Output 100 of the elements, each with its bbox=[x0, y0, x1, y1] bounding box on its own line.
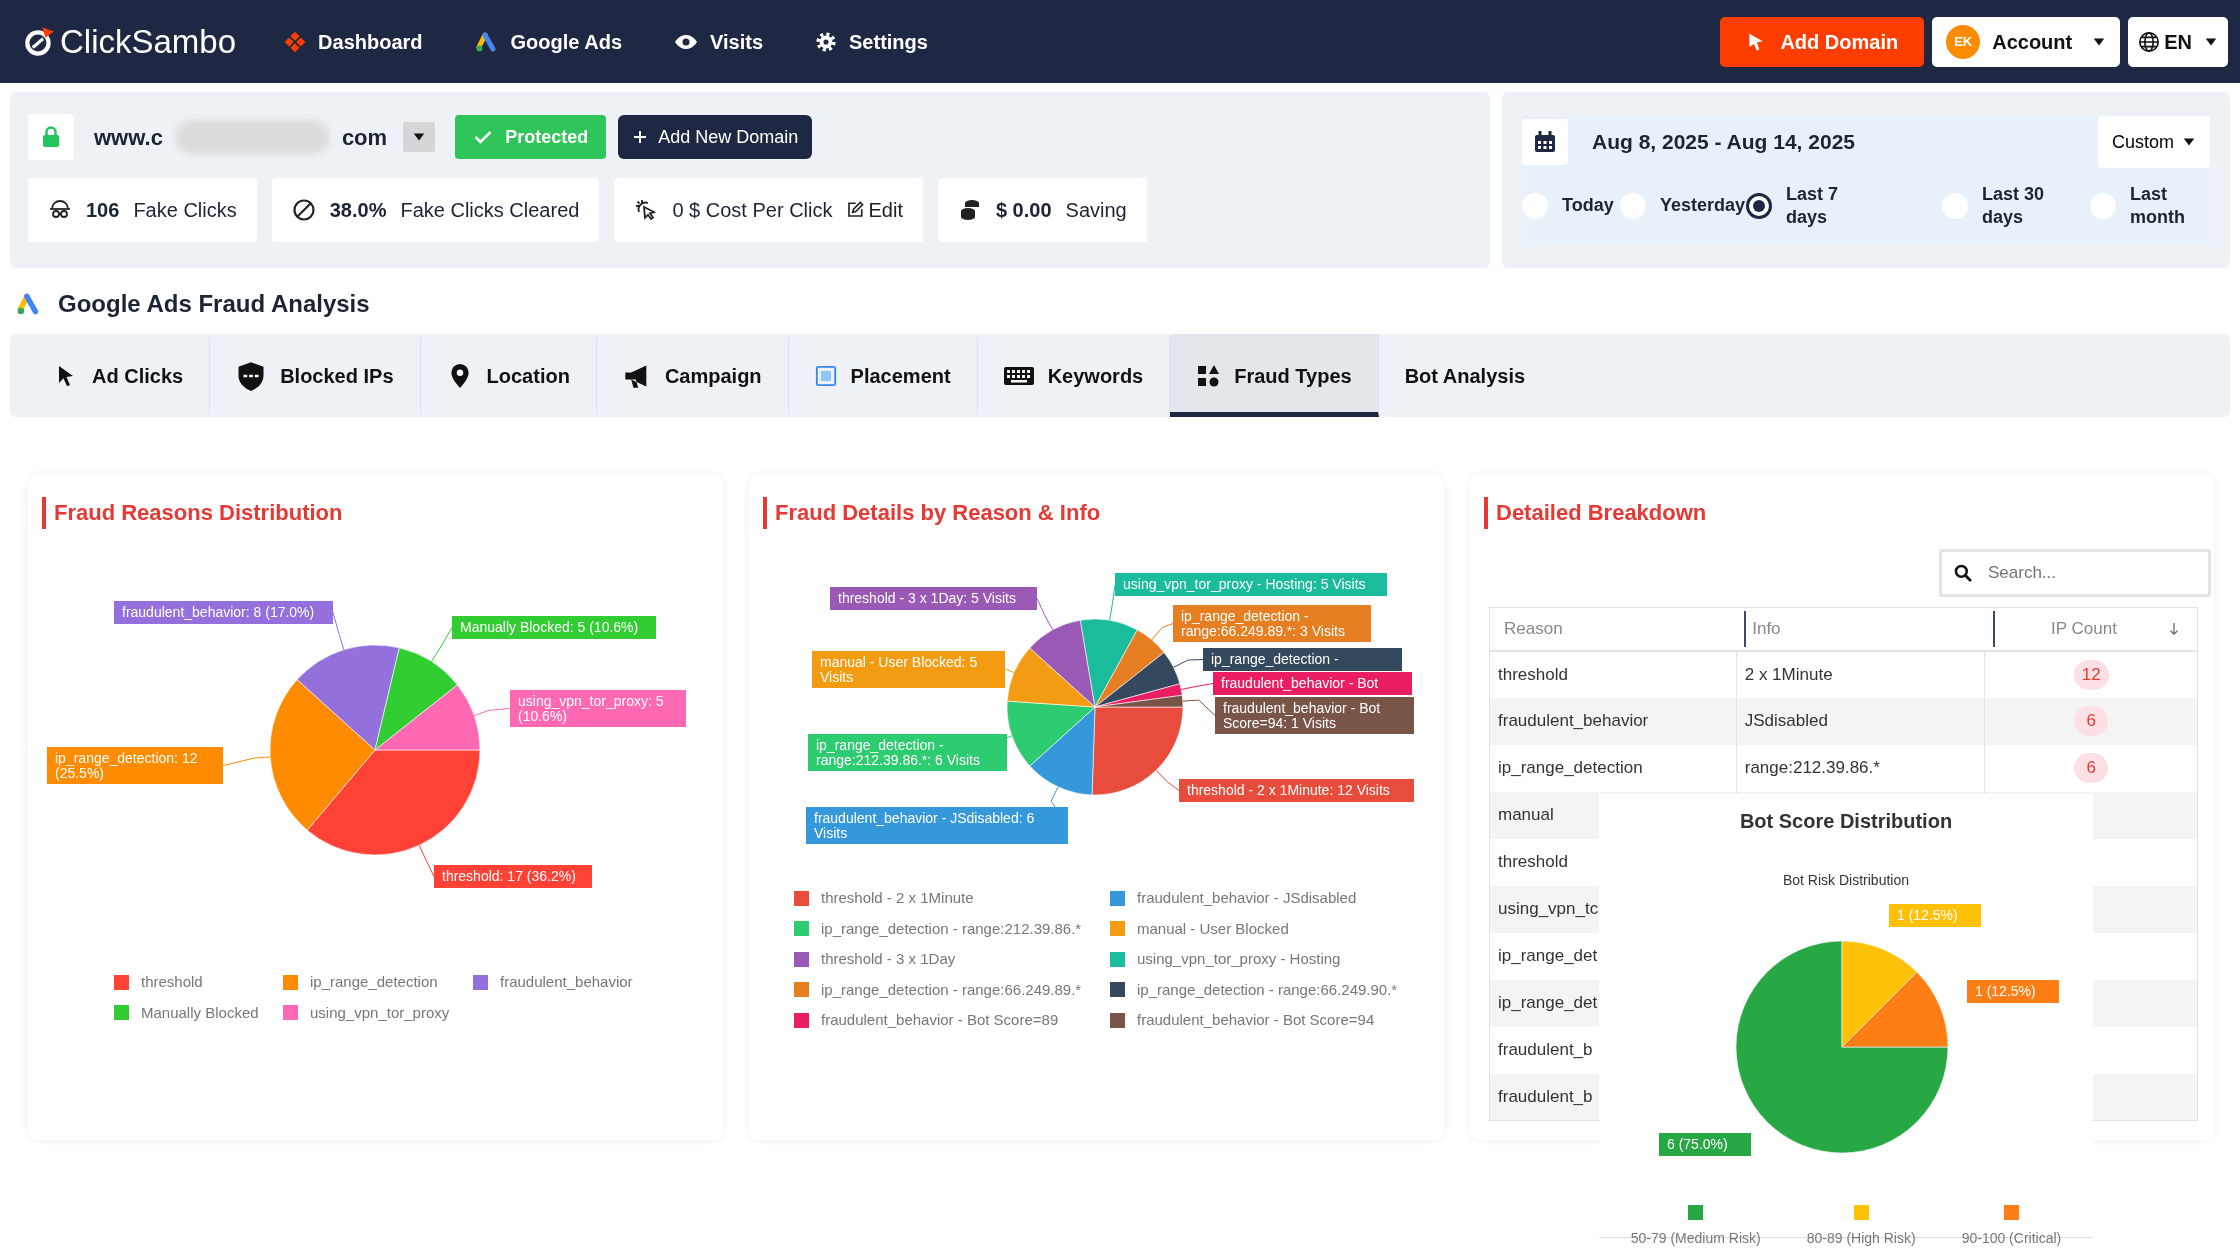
table-cell: ip_range_det bbox=[1498, 993, 1598, 1013]
nav-link[interactable]: Visits bbox=[674, 26, 763, 57]
data-label: using_vpn_tor_proxy: 5 (10.6%) bbox=[510, 690, 686, 728]
leader-line bbox=[418, 844, 435, 877]
data-label: fraudulent_behavior - Bot Score=94: 1 Visits bbox=[1215, 697, 1414, 735]
tab[interactable]: Campaign bbox=[596, 334, 789, 417]
language-button[interactable]: EN bbox=[2128, 16, 2228, 67]
window-icon bbox=[814, 364, 837, 387]
globe-icon bbox=[2138, 30, 2161, 53]
domain-text: com bbox=[341, 123, 388, 152]
column-header[interactable]: Info bbox=[1752, 616, 1781, 642]
legend-swatch bbox=[794, 982, 809, 998]
legend-label: threshold - 2 x 1Minute bbox=[821, 888, 974, 908]
legend-label: ip_range_detection - range:66.249.90.* bbox=[1137, 979, 1398, 1000]
data-label: threshold - 2 x 1Minute: 12 Visits bbox=[1179, 779, 1414, 802]
tab[interactable]: Fraud Types bbox=[1170, 334, 1379, 417]
nav-link[interactable]: Settings bbox=[815, 26, 928, 57]
tab[interactable]: Placement bbox=[788, 334, 978, 417]
legend-label: using_vpn_tor_proxy bbox=[310, 1002, 450, 1023]
stat-value: 38.0% bbox=[329, 198, 387, 223]
dropdown-button[interactable] bbox=[403, 122, 436, 152]
data-label: fraudulent_behavior: 8 (17.0%) bbox=[114, 601, 333, 624]
popup-title: Bot Score Distribution bbox=[1739, 810, 1953, 832]
account-button[interactable]: EK Account bbox=[1932, 16, 2121, 67]
stat-value: 106 bbox=[86, 198, 120, 223]
legend-swatch bbox=[1110, 1012, 1125, 1028]
table-cell: fraudulent_b bbox=[1498, 1040, 1593, 1060]
column-header[interactable]: Reason bbox=[1504, 616, 1563, 642]
leader-line bbox=[473, 708, 511, 717]
table-cell: ip_range_detection bbox=[1498, 758, 1643, 778]
legend-swatch bbox=[1688, 1205, 1704, 1220]
legend-label: Manually Blocked bbox=[141, 1002, 259, 1023]
tab[interactable]: Bot Analysis bbox=[1378, 334, 1552, 417]
legend-label: using_vpn_tor_proxy - Hosting bbox=[1137, 949, 1341, 969]
table-cell: ip_range_det bbox=[1498, 946, 1598, 966]
data-label: using_vpn_tor_proxy - Hosting: 5 Visits bbox=[1115, 573, 1387, 596]
legend-label: ip_range_detection - range:66.249.89.* bbox=[821, 979, 1082, 1000]
legend-swatch bbox=[1853, 1205, 1869, 1220]
count-badge: 12 bbox=[2073, 659, 2109, 690]
legend-label: threshold bbox=[141, 972, 203, 992]
radio-option[interactable]: Last 7 days bbox=[1746, 182, 1942, 230]
data-label: manual - User Blocked: 5 Visits bbox=[812, 651, 1005, 689]
add-new-domain-button[interactable]: Add New Domain bbox=[618, 115, 813, 159]
legend-swatch bbox=[283, 974, 298, 990]
search-field[interactable]: Search... bbox=[1939, 549, 2211, 597]
legend-label: fraudulent_behavior - Bot Score=94 bbox=[1137, 1010, 1375, 1030]
preset-select[interactable]: Custom bbox=[2098, 116, 2210, 168]
calendar-icon bbox=[1533, 130, 1557, 154]
stat-label: Saving bbox=[1065, 198, 1127, 223]
data-label: ip_range_detection - bbox=[1203, 648, 1402, 671]
ban-icon bbox=[291, 198, 316, 222]
leader-line bbox=[1151, 623, 1174, 641]
legend-label: 50-79 (Medium Risk) bbox=[1630, 1229, 1761, 1248]
edit-link[interactable]: Edit bbox=[846, 195, 903, 225]
data-label: threshold: 17 (36.2%) bbox=[434, 865, 592, 888]
keyboard-icon bbox=[1003, 365, 1034, 386]
radio-option[interactable]: Last month bbox=[2090, 182, 2210, 230]
data-label: ip_range_detection - range:212.39.86.*: 6 Visits bbox=[808, 734, 1007, 772]
diamond-grid-icon bbox=[284, 30, 307, 53]
sort-arrow-icon bbox=[2167, 620, 2181, 637]
shapes-icon bbox=[1196, 363, 1221, 388]
radio-option[interactable]: Last 30 days bbox=[1942, 182, 2090, 230]
avatar: EK bbox=[1946, 24, 1981, 59]
shield-icon bbox=[236, 360, 267, 391]
data-label: 6 (75.0%) bbox=[1659, 1133, 1751, 1156]
radio-option[interactable]: Today bbox=[1522, 193, 1620, 219]
table-cell: fraudulent_behavior bbox=[1498, 711, 1649, 731]
stat-value: $ 0.00 bbox=[995, 198, 1052, 223]
legend-swatch bbox=[794, 951, 809, 967]
leader-line bbox=[1155, 769, 1180, 791]
logo[interactable]: ClickSambo bbox=[22, 16, 237, 67]
data-label: fraudulent_behavior - JSdisabled: 6 Visits bbox=[806, 807, 1068, 845]
nav-link[interactable]: Dashboard bbox=[284, 26, 423, 57]
legend-swatch bbox=[283, 1005, 298, 1021]
tab[interactable]: Blocked IPs bbox=[210, 334, 421, 417]
leader-line bbox=[1109, 584, 1116, 621]
logo-icon bbox=[22, 24, 56, 59]
table-cell: range:212.39.86.* bbox=[1744, 758, 1880, 778]
data-label: ip_range_detection: 12 (25.5%) bbox=[47, 747, 223, 785]
add-domain-button[interactable]: Add Domain bbox=[1720, 16, 1925, 67]
google-ads-icon bbox=[474, 29, 499, 54]
tab[interactable]: Ad Clicks bbox=[28, 334, 211, 417]
column-header[interactable]: IP Count bbox=[2000, 616, 2167, 642]
legend-label: ip_range_detection - range:212.39.86.* bbox=[821, 918, 1082, 939]
legend-swatch bbox=[114, 1005, 129, 1021]
leader-line bbox=[332, 612, 345, 651]
legend-swatch bbox=[473, 974, 488, 990]
nav-link[interactable]: Google Ads bbox=[474, 26, 622, 57]
table-cell: JSdisabled bbox=[1744, 711, 1828, 731]
card-title: Detailed Breakdown bbox=[1484, 497, 2214, 529]
radio-option[interactable]: Yesterday bbox=[1620, 193, 1746, 219]
leader-line bbox=[431, 627, 453, 662]
tab[interactable]: Location bbox=[420, 334, 597, 417]
data-label: Manually Blocked: 5 (10.6%) bbox=[452, 616, 656, 639]
radio-button[interactable] bbox=[1746, 193, 1772, 219]
legend-label: fraudulent_behavior - JSdisabled bbox=[1137, 888, 1357, 908]
data-label: threshold - 3 x 1Day: 5 Visits bbox=[830, 587, 1037, 610]
leader-line bbox=[1173, 659, 1204, 668]
data-label: 1 (12.5%) bbox=[1967, 980, 2059, 1003]
table-cell: fraudulent_b bbox=[1498, 1087, 1593, 1106]
